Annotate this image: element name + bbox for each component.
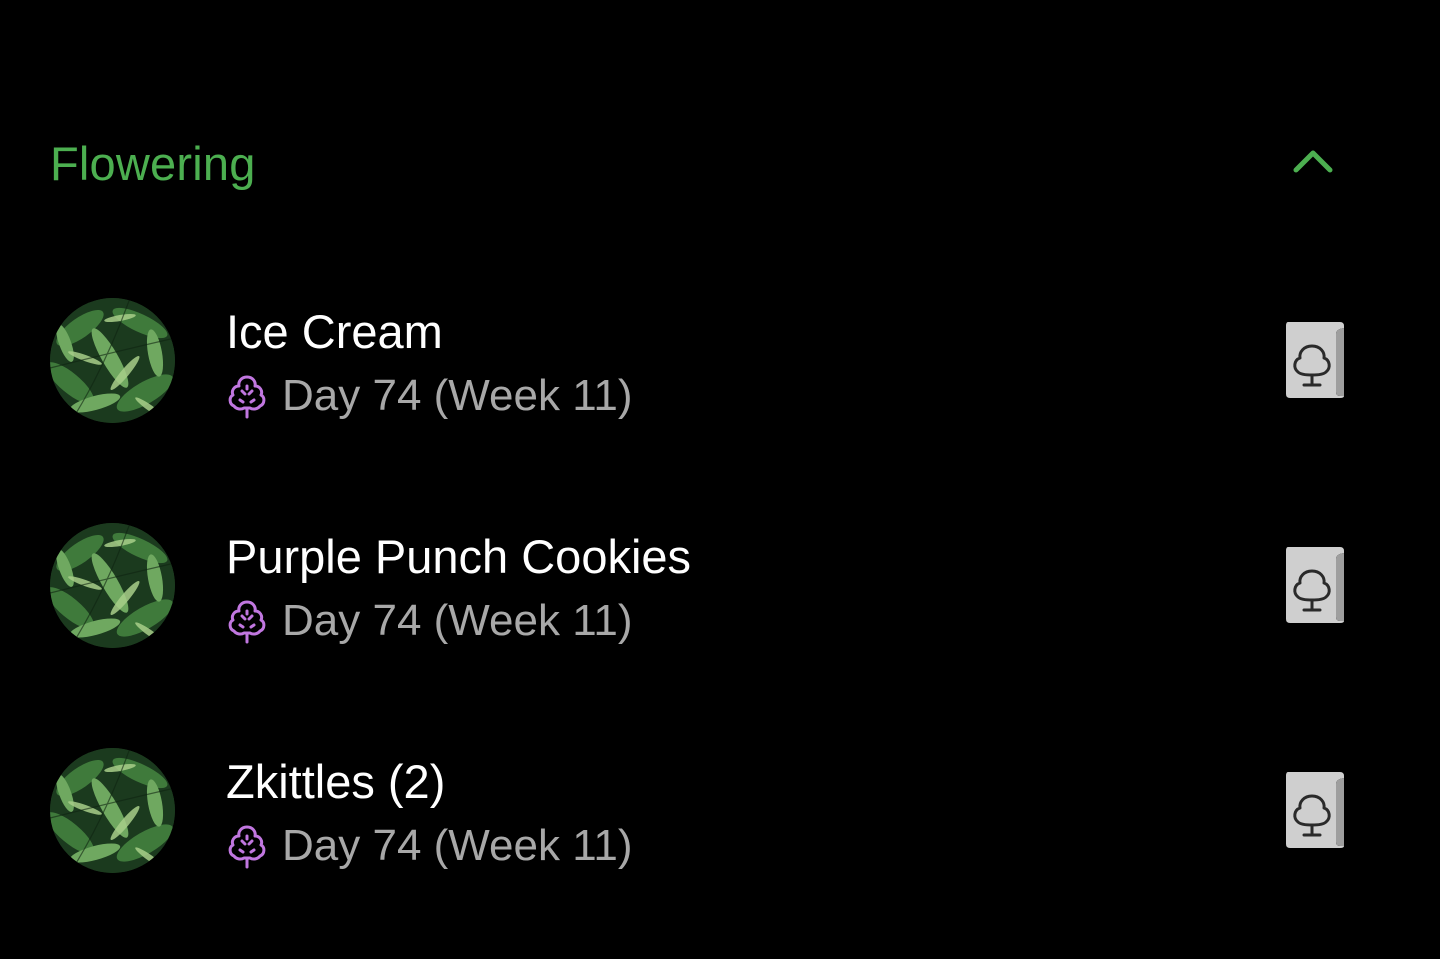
flowering-tree-icon [226, 598, 268, 644]
flowering-section-header[interactable]: Flowering [50, 118, 1350, 208]
plant-name: Zkittles (2) [226, 755, 446, 808]
flowering-tree-icon [226, 373, 268, 419]
diary-book-icon[interactable] [1282, 545, 1346, 625]
plant-name: Purple Punch Cookies [226, 530, 692, 583]
plant-row[interactable]: Zkittles (2) Day 74 (Week 11) [0, 698, 1440, 923]
plant-day-text: Day 74 (Week 11) [282, 596, 633, 645]
diary-book-icon[interactable] [1282, 770, 1346, 850]
flowering-tree-icon [226, 823, 268, 869]
plant-list: Ice Cream Day 74 (Week 11) Purple Punch … [0, 248, 1440, 923]
section-title: Flowering [50, 136, 256, 190]
plant-row[interactable]: Purple Punch Cookies Day 74 (Week 11) [0, 473, 1440, 698]
plant-status: Day 74 (Week 11) [226, 820, 633, 872]
plant-status: Day 74 (Week 11) [226, 370, 633, 422]
diary-book-icon[interactable] [1282, 320, 1346, 400]
plant-name: Ice Cream [226, 305, 443, 358]
plant-day-text: Day 74 (Week 11) [282, 821, 633, 870]
plant-status: Day 74 (Week 11) [226, 595, 633, 647]
plant-avatar [50, 748, 175, 873]
plant-day-text: Day 74 (Week 11) [282, 371, 633, 420]
plants-screen: Flowering Ice Cream Day 74 (Week 11) Pur… [0, 0, 1440, 959]
plant-avatar [50, 523, 175, 648]
plant-avatar [50, 298, 175, 423]
chevron-up-icon[interactable] [1290, 140, 1336, 186]
plant-row[interactable]: Ice Cream Day 74 (Week 11) [0, 248, 1440, 473]
